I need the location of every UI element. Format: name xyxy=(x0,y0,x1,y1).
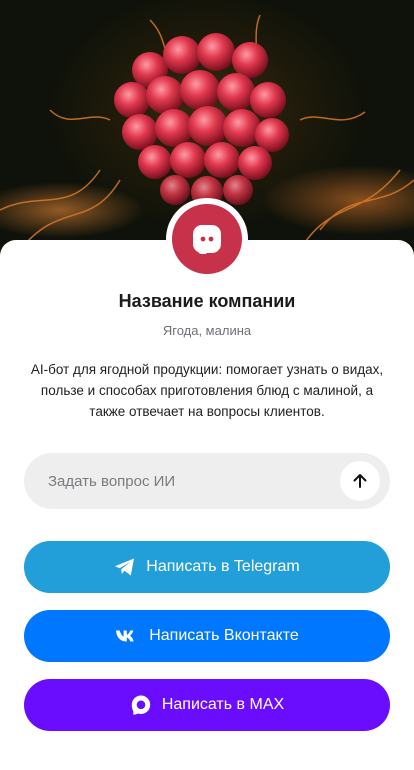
telegram-button[interactable]: Написать в Telegram xyxy=(24,541,390,593)
send-question-button[interactable] xyxy=(340,461,380,501)
vkontakte-button[interactable]: Написать Вконтакте xyxy=(24,610,390,662)
ask-ai-field xyxy=(24,453,390,509)
max-icon xyxy=(130,694,152,716)
chat-bot-icon xyxy=(172,204,242,274)
company-name: Название компании xyxy=(118,291,296,311)
vkontakte-button-label: Написать Вконтакте xyxy=(149,627,299,644)
telegram-icon xyxy=(114,557,136,577)
company-avatar xyxy=(166,198,248,280)
arrow-up-icon xyxy=(353,474,367,488)
vk-icon xyxy=(115,629,139,643)
ask-ai-input[interactable] xyxy=(48,472,340,490)
telegram-button-label: Написать в Telegram xyxy=(146,558,300,575)
company-description: AI-бот для ягодной продукции: помогает у… xyxy=(30,362,384,419)
max-button-label: Написать в MAX xyxy=(161,696,285,713)
max-button[interactable]: Написать в MAX xyxy=(24,679,390,731)
company-category: Ягода, малина xyxy=(162,323,252,338)
